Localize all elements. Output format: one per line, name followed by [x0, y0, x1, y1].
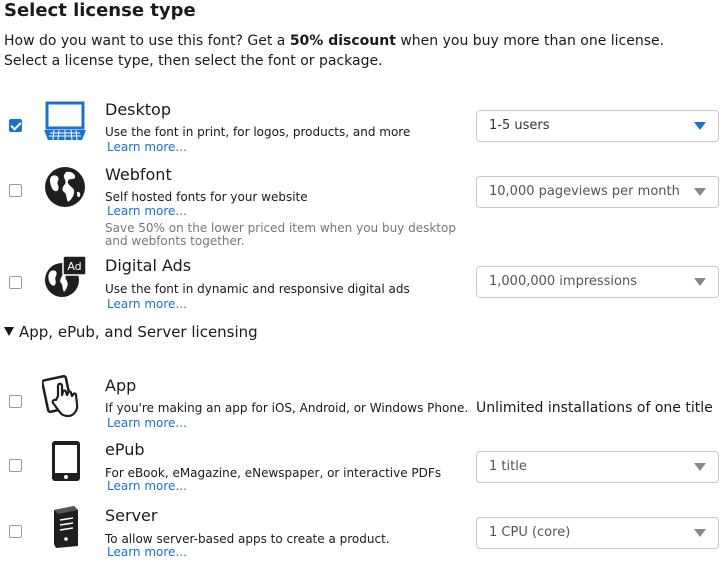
server-cpu-select[interactable]: 1 CPU (core) — [476, 517, 719, 549]
webfont-pageviews-value: 10,000 pageviews per month — [489, 184, 680, 199]
webfont-checkbox[interactable] — [9, 184, 22, 197]
intro-line2: Select a license type, then select the f… — [4, 53, 383, 69]
desktop-name: Desktop — [105, 100, 171, 119]
webfont-name: Webfont — [105, 165, 172, 184]
tablet-icon — [52, 441, 80, 481]
app-epub-server-section-toggle[interactable]: App, ePub, and Server licensing — [4, 323, 258, 341]
intro-line1-pre: How do you want to use this font? Get a — [4, 33, 290, 49]
epub-learn-more-link[interactable]: Learn more... — [107, 479, 187, 493]
triangle-down-icon — [4, 327, 14, 336]
webfont-learn-more-link[interactable]: Learn more... — [107, 204, 187, 218]
digital-ads-checkbox[interactable] — [9, 276, 22, 289]
section-label: App, ePub, and Server licensing — [19, 323, 258, 341]
chevron-down-icon — [694, 188, 706, 196]
page-title: Select license type — [4, 0, 196, 21]
epub-titles-select[interactable]: 1 title — [476, 451, 719, 483]
intro-text: How do you want to use this font? Get a … — [4, 31, 664, 71]
server-learn-more-link[interactable]: Learn more... — [107, 545, 187, 559]
epub-desc: For eBook, eMagazine, eNewspaper, or int… — [105, 466, 442, 480]
app-name: App — [105, 376, 137, 395]
laptop-icon — [44, 101, 86, 141]
epub-checkbox[interactable] — [9, 459, 22, 472]
app-checkbox[interactable] — [9, 395, 22, 408]
intro-line1-post: when you buy more than one license. — [395, 33, 665, 49]
globe-icon — [45, 167, 85, 207]
intro-discount: 50% discount — [289, 33, 396, 49]
server-checkbox[interactable] — [9, 525, 22, 538]
digital-ads-desc: Use the font in dynamic and responsive d… — [105, 282, 410, 296]
globe-ad-icon: Ad — [45, 255, 87, 297]
chevron-down-icon — [694, 122, 706, 130]
server-icon — [54, 506, 78, 548]
chevron-down-icon — [694, 529, 706, 537]
desktop-learn-more-link[interactable]: Learn more... — [107, 140, 187, 154]
digital-ads-impressions-select[interactable]: 1,000,000 impressions — [476, 266, 719, 298]
desktop-checkbox[interactable] — [9, 119, 22, 132]
desktop-users-value: 1-5 users — [489, 118, 550, 133]
app-installations-text: Unlimited installations of one title — [476, 400, 713, 416]
digital-ads-name: Digital Ads — [105, 256, 192, 275]
webfont-pageviews-select[interactable]: 10,000 pageviews per month — [476, 176, 719, 208]
digital-ads-impressions-value: 1,000,000 impressions — [489, 274, 638, 289]
epub-name: ePub — [105, 440, 145, 459]
server-name: Server — [105, 506, 158, 525]
webfont-discount-note: Save 50% on the lower priced item when y… — [105, 221, 456, 248]
epub-titles-value: 1 title — [489, 459, 527, 474]
webfont-desc: Self hosted fonts for your website — [105, 190, 308, 204]
digital-ads-learn-more-link[interactable]: Learn more... — [107, 297, 187, 311]
app-learn-more-link[interactable]: Learn more... — [107, 416, 187, 430]
chevron-down-icon — [694, 463, 706, 471]
server-desc: To allow server-based apps to create a p… — [105, 532, 390, 546]
server-cpu-value: 1 CPU (core) — [489, 525, 571, 540]
touch-app-icon — [42, 374, 79, 418]
desktop-users-select[interactable]: 1-5 users — [476, 110, 719, 142]
ad-badge-label: Ad — [67, 260, 81, 273]
desktop-desc: Use the font in print, for logos, produc… — [105, 125, 411, 139]
chevron-down-icon — [694, 278, 706, 286]
app-desc: If you're making an app for iOS, Android… — [105, 401, 469, 415]
